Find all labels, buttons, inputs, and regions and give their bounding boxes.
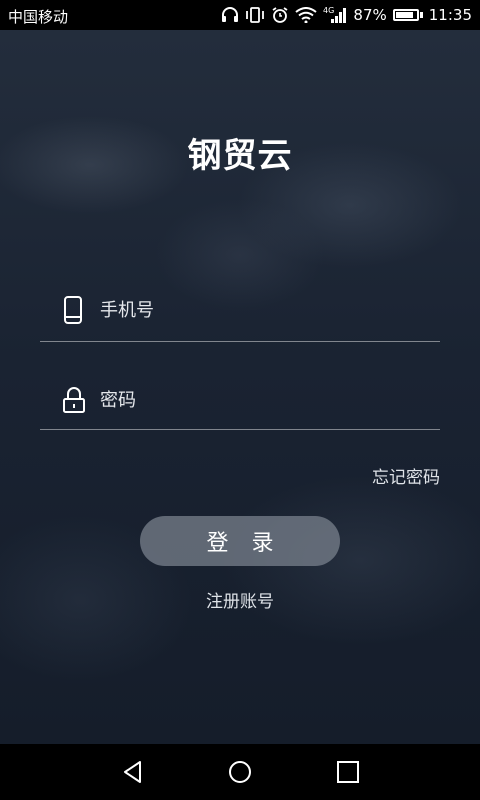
phone-field[interactable] — [40, 288, 440, 342]
vibrate-icon — [245, 7, 265, 23]
signal-icon: 4G — [323, 6, 347, 24]
wifi-icon — [295, 7, 318, 23]
password-field[interactable] — [40, 378, 440, 430]
network-type-label: 4G — [323, 6, 334, 15]
battery-icon — [392, 9, 423, 21]
battery-percent: 87% — [353, 6, 387, 24]
battery-fill — [395, 12, 414, 18]
navigation-bar — [0, 744, 480, 800]
back-icon[interactable] — [120, 758, 148, 786]
register-link[interactable]: 注册账号 — [0, 587, 480, 612]
status-icons: 4G 87% 11:35 — [221, 5, 472, 25]
lock-icon — [62, 386, 85, 414]
carrier-label: 中国移动 — [8, 8, 69, 26]
app-title: 钢贸云 — [187, 136, 293, 176]
forgot-password-link[interactable]: 忘记密码 — [372, 463, 440, 488]
login-button[interactable]: 登 录 — [140, 516, 340, 566]
headphones-icon — [221, 7, 239, 23]
password-input[interactable] — [100, 386, 430, 414]
alarm-icon — [271, 6, 289, 24]
status-bar: 中国移动 4G 87% 11:35 — [0, 0, 480, 30]
clock: 11:35 — [428, 6, 472, 24]
home-icon[interactable] — [226, 758, 254, 786]
recent-apps-icon[interactable] — [334, 758, 362, 786]
phone-icon — [62, 296, 84, 324]
phone-input[interactable] — [100, 296, 430, 324]
